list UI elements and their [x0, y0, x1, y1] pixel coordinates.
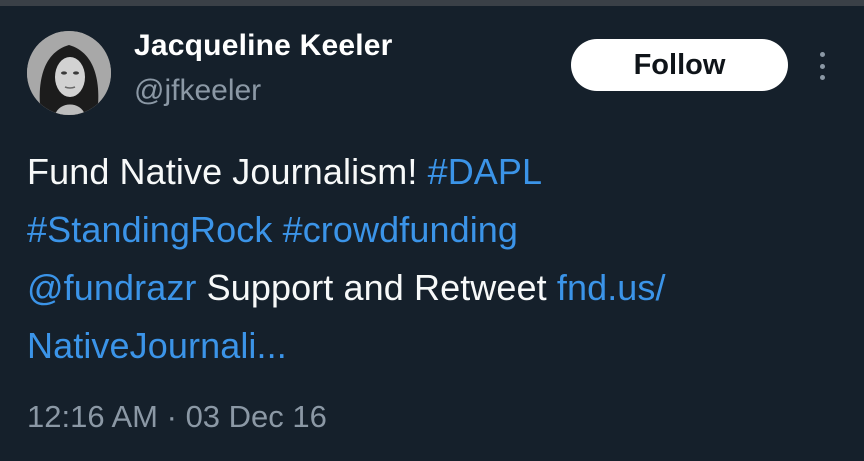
tweet-card: Jacqueline Keeler @jfkeeler Follow Fund … [0, 6, 864, 461]
url-link-part-2[interactable]: NativeJournali... [27, 325, 287, 366]
tweet-text: Fund Native Journalism! #DAPL #StandingRo… [27, 143, 847, 375]
avatar-photo-icon [27, 31, 111, 115]
more-dot [819, 63, 825, 69]
url-link-part-1[interactable]: fnd.us/ [557, 267, 666, 308]
avatar[interactable] [27, 31, 111, 115]
timestamp-separator: · [166, 399, 177, 434]
display-name[interactable]: Jacqueline Keeler [134, 29, 393, 63]
tweet-text-support: Support and Retweet [206, 267, 547, 308]
tweet-timestamp[interactable]: 12:16 AM · 03 Dec 16 [27, 399, 327, 435]
user-handle[interactable]: @jfkeeler [134, 74, 261, 108]
more-dot [819, 52, 825, 57]
hashtag-crowdfunding[interactable]: #crowdfunding [283, 209, 518, 250]
hashtag-dapl[interactable]: #DAPL [428, 151, 543, 192]
follow-button[interactable]: Follow [571, 39, 788, 91]
tweet-text-intro: Fund Native Journalism! [27, 151, 418, 192]
mention-fundrazr[interactable]: @fundrazr [27, 267, 197, 308]
tweet-date: 03 Dec 16 [185, 399, 327, 434]
hashtag-standingrock[interactable]: #StandingRock [27, 209, 272, 250]
more-dot [819, 75, 825, 80]
more-vertical-icon[interactable] [810, 50, 834, 82]
tweet-time: 12:16 AM [27, 399, 158, 434]
